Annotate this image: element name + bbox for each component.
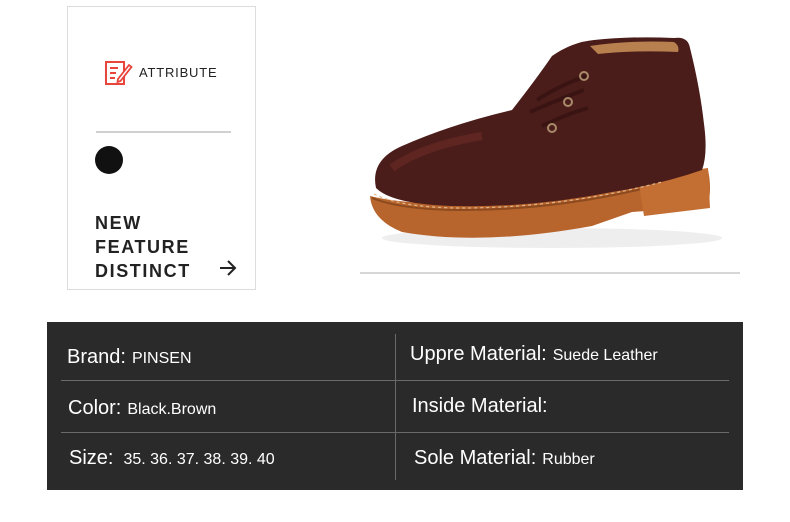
spec-value: 35. 36. 37. 38. 39. 40 [123,451,275,468]
specs-row-divider [61,380,729,381]
specs-table: Brand: PINSEN Uppre Material: Suede Leathe… [47,322,743,490]
spec-sole-material: Sole Material: Rubber [414,447,595,470]
spec-size: Size: 35. 36. 37. 38. 39. 40 [69,447,275,470]
attribute-label: ATTRIBUTE [139,64,218,80]
spec-value: Suede Leather [552,347,658,364]
feature-text: NEW FEATURE DISTINCT [95,211,191,283]
spec-value: Rubber [542,451,595,468]
color-swatch [95,146,123,174]
spec-label: Sole Material: [414,447,537,469]
spec-upper-material: Uppre Material: Suede Leather [410,343,658,366]
document-edit-icon [105,61,133,85]
feature-line-feature: FEATURE [95,237,190,257]
spec-value: PINSEN [131,350,192,367]
specs-row-divider [61,432,729,433]
image-baseline [360,272,740,274]
feature-line-distinct: DISTINCT [95,261,191,281]
spec-value: Black.Brown [127,401,217,418]
spec-label: Uppre Material: [410,343,547,365]
specs-column-divider [395,334,396,480]
feature-line-new: NEW [95,213,142,233]
spec-label: Color: [68,397,122,419]
spec-brand: Brand: PINSEN [67,346,192,369]
spec-label: Brand: [67,346,126,368]
spec-color: Color: Black.Brown [68,397,216,420]
spec-inside-material: Inside Material: [412,395,554,418]
card-divider [96,131,231,133]
spec-label: Inside Material: [412,395,548,417]
arrow-right-icon[interactable] [218,258,238,278]
spec-label: Size: [69,447,114,469]
product-image [370,37,722,248]
attribute-card: ATTRIBUTE NEW FEATURE DISTINCT [67,6,256,290]
attribute-header: ATTRIBUTE [103,57,217,87]
